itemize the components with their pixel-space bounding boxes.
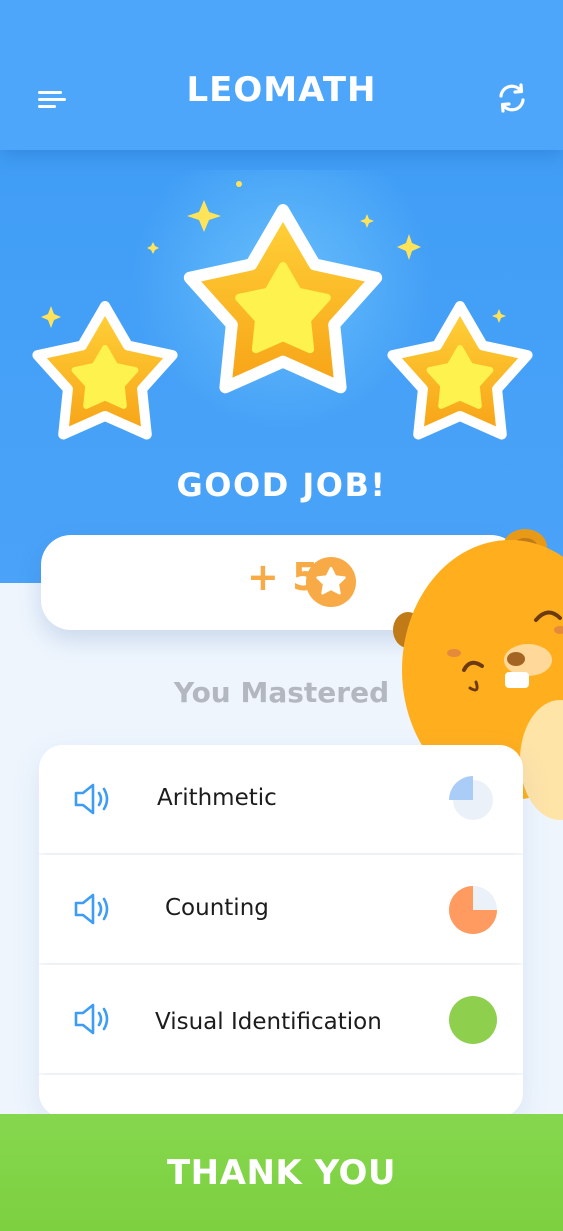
progress-pie bbox=[448, 996, 497, 1044]
skill-label: Visual Identification bbox=[155, 1009, 382, 1035]
list-item[interactable]: Counting bbox=[39, 855, 523, 963]
skill-label: Arithmetic bbox=[157, 785, 277, 811]
speaker-icon[interactable] bbox=[71, 1001, 113, 1037]
thank-you-button[interactable]: THANK YOU bbox=[0, 1114, 563, 1231]
speaker-icon[interactable] bbox=[71, 781, 113, 817]
mastered-list: Arithmetic Counting Visual Identificatio… bbox=[39, 745, 523, 1117]
app-title: LEOMATH bbox=[186, 70, 377, 110]
top-bar: LEOMATH bbox=[0, 0, 563, 150]
progress-pie bbox=[449, 776, 493, 820]
list-item[interactable]: Visual Identification bbox=[39, 965, 523, 1073]
list-item[interactable]: Arithmetic bbox=[39, 745, 523, 853]
skill-label: Counting bbox=[165, 895, 269, 921]
result-message: GOOD JOB! bbox=[176, 466, 387, 504]
stars-rating bbox=[0, 130, 563, 470]
refresh-button[interactable] bbox=[494, 80, 530, 116]
refresh-icon bbox=[499, 83, 525, 113]
star-coin-icon bbox=[306, 557, 356, 607]
progress-pie bbox=[449, 886, 497, 934]
speaker-icon[interactable] bbox=[71, 891, 113, 927]
list-item[interactable] bbox=[39, 1075, 523, 1117]
